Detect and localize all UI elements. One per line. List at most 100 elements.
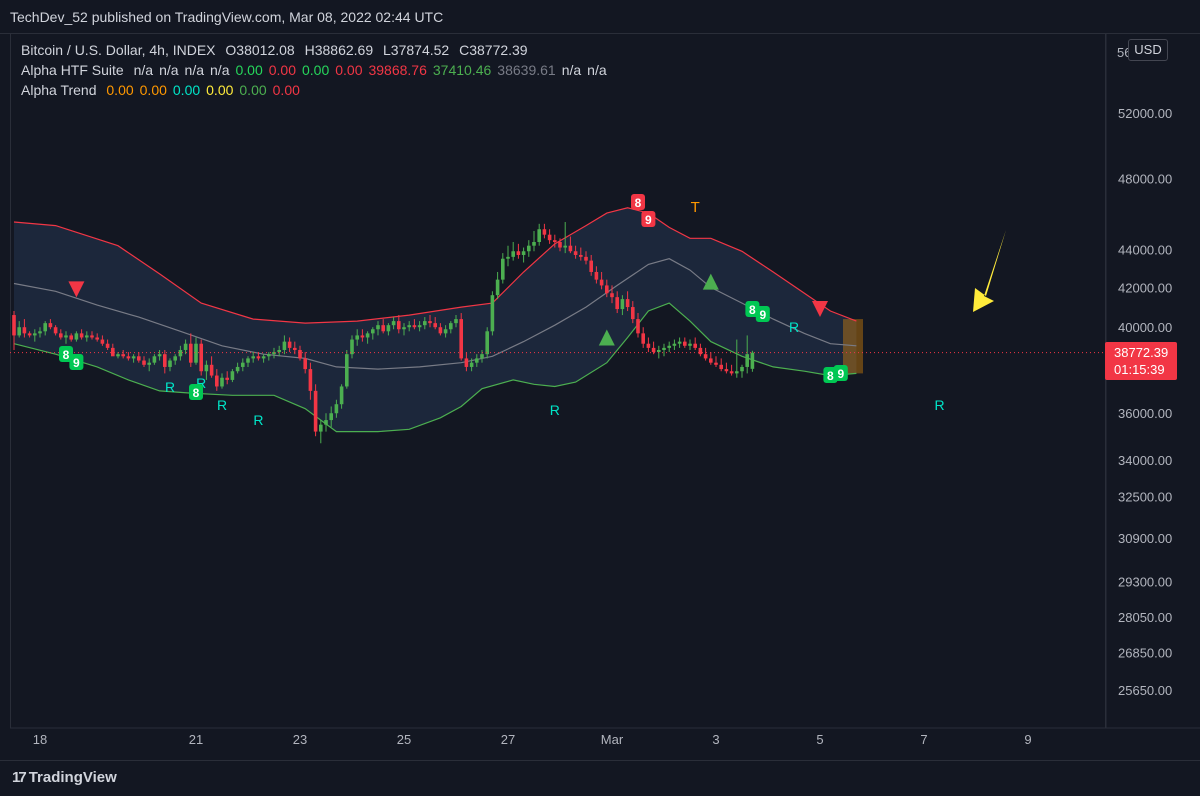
candle-body [126,356,131,359]
candle-body [79,333,84,338]
candle-body [33,333,37,336]
candle-body [547,234,552,241]
candle-body [282,341,287,350]
time-tick-label: 23 [293,732,307,747]
candle-body [579,254,583,257]
candle-body [345,354,349,387]
candle-body [729,371,734,374]
candle-body [43,323,47,332]
candle-body [464,358,469,367]
candle-body [511,251,515,257]
candle-body [625,299,630,308]
candle-body [584,256,588,261]
candle-body [303,358,307,370]
price-tick-label: 28050.00 [1118,610,1172,625]
open-value: O38012.08 [225,42,295,58]
candle-body [48,323,53,328]
symbol-legend-row[interactable]: Bitcoin / U.S. Dollar, 4h, INDEX O38012.… [21,40,607,60]
time-tick-label: 21 [189,732,203,747]
currency-button[interactable]: USD [1128,39,1168,61]
low-value: L37874.52 [383,42,450,58]
candle-body [53,327,58,334]
time-tick-label: 18 [33,732,47,747]
price-tick-label: 34000.00 [1118,453,1172,468]
candle-body [438,327,443,334]
candle-body [329,413,333,421]
alpha-trend-value: 0.00 [172,82,201,98]
candle-body [277,349,281,353]
candle-body [620,299,625,310]
alpha-trend-legend-row[interactable]: Alpha Trend 0.00 0.00 0.00 0.00 0.00 0.00 [21,80,607,100]
candle-body [469,362,474,367]
candle-body [683,341,687,346]
candle-body [709,358,713,363]
candle-body [111,347,115,357]
alpha-trend-value: 0.00 [206,82,234,98]
candle-body [350,339,354,355]
sequential-count-badge-text: 9 [759,308,766,322]
r-signal-label: R [253,412,263,428]
candle-body [594,271,599,280]
sequential-count-badge-text: 9 [645,213,652,227]
sequential-count-badge-text: 8 [827,369,834,383]
candle-body [480,354,484,359]
candlestick-chart[interactable]: 52000.00 48000.00 44000.00 42000.00 40000.00… [0,0,1200,796]
candle-body [599,279,604,286]
candle-body [527,245,531,252]
candle-body [542,229,547,235]
candle-body [360,335,365,338]
candle-body [173,356,177,361]
candle-body [423,321,427,326]
candle-body [376,325,380,330]
alpha-trend-value: 0.00 [139,82,167,98]
candle-body [412,325,417,328]
candle-body [74,333,79,340]
brand-name: TradingView [28,769,117,786]
candle-body [693,343,697,348]
htf-suite-value: n/a [561,62,582,78]
candle-body [334,404,339,414]
candle-body [698,347,703,355]
sequential-count-badge: 9 [755,306,770,322]
candle-body [724,369,729,372]
alpha-trend-value: 0.00 [272,82,300,98]
candle-body [397,321,401,330]
candle-body [69,335,73,340]
candle-body [391,321,396,326]
sequential-count-badge: 8 [189,384,203,400]
t-signal-label: T [691,199,700,216]
r-signal-label: R [789,319,799,335]
candle-body [662,347,666,350]
candle-body [12,315,16,336]
candle-body [636,319,640,334]
candle-body [475,358,479,363]
htf-suite-value: 0.00 [235,62,263,78]
htf-suite-value: n/a [133,62,154,78]
candle-body [215,375,219,387]
candle-body [225,377,229,380]
alpha-trend-value: 0.00 [106,82,134,98]
current-price-tag: 38772.39 01:15:39 [1105,342,1177,380]
candle-body [163,354,167,367]
candle-body [355,335,359,340]
htf-suite-legend-row[interactable]: Alpha HTF Suite n/a n/a n/a n/a 0.00 0.00 0.00… [21,60,607,80]
candle-body [147,362,151,365]
candle-body [703,354,708,359]
tradingview-logo-icon: 17 [12,769,27,786]
candle-body [651,347,656,353]
htf-suite-value: 39868.76 [368,62,427,78]
candle-body [641,333,645,344]
candle-body [339,386,344,405]
time-tick-label: 25 [397,732,411,747]
candle-body [157,354,162,357]
r-signal-label: R [935,397,945,413]
candle-body [131,356,136,359]
candle-body [750,352,755,369]
tradingview-logo[interactable]: 17 TradingView [12,769,117,786]
candle-body [246,358,250,363]
candle-body [38,331,42,334]
candle-body [183,343,188,350]
candle-body [261,356,266,359]
candle-body [553,240,557,243]
candle-body [521,251,526,255]
